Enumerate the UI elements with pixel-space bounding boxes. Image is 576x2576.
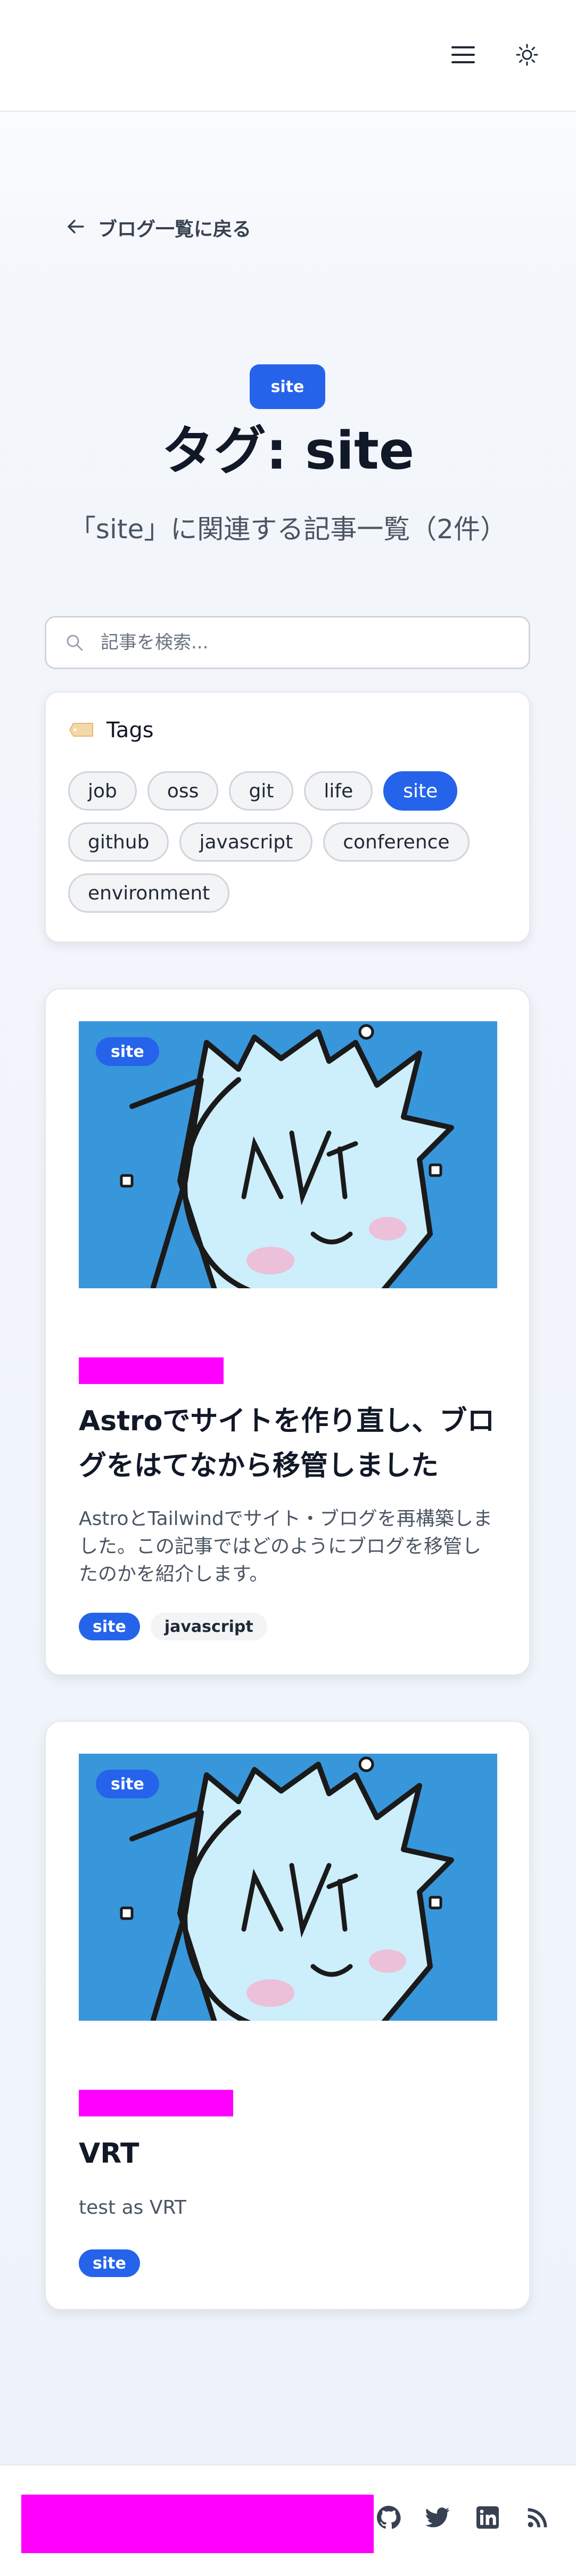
tag-chip-github[interactable]: github bbox=[68, 822, 169, 862]
tags-heading: Tags bbox=[69, 718, 154, 743]
post-thumbnail[interactable]: site bbox=[79, 1754, 497, 2021]
post-title[interactable]: VRT bbox=[79, 2131, 499, 2176]
tag-chip-oss[interactable]: oss bbox=[147, 771, 219, 811]
arrow-left-icon bbox=[67, 217, 84, 239]
linkedin-icon[interactable] bbox=[473, 2503, 503, 2532]
post-tags: site javascript bbox=[79, 1613, 267, 1640]
page-title: タグ: site bbox=[161, 421, 415, 481]
post-thumbnail[interactable]: site bbox=[79, 1021, 497, 1288]
post-description: AstroとTailwindでサイト・ブログを再構築しました。この記事ではどのよ… bbox=[79, 1508, 492, 1585]
thumbnail-tag-badge: site bbox=[96, 1770, 159, 1798]
twitter-icon[interactable] bbox=[423, 2503, 452, 2532]
tag-chip-environment[interactable]: environment bbox=[68, 873, 230, 913]
thumbnail-tag-badge: site bbox=[96, 1037, 159, 1066]
back-to-blog-link[interactable]: ブログ一覧に戻る bbox=[67, 214, 251, 241]
date-placeholder-block bbox=[79, 1357, 224, 1384]
sun-theme-toggle-icon[interactable] bbox=[512, 40, 542, 70]
search-input[interactable] bbox=[100, 631, 517, 654]
tags-heading-text: Tags bbox=[106, 718, 154, 743]
tag-badge: site bbox=[250, 364, 325, 409]
github-icon[interactable] bbox=[374, 2503, 404, 2532]
tag-chip-git[interactable]: git bbox=[229, 771, 294, 811]
post-tag-javascript[interactable]: javascript bbox=[150, 1613, 267, 1640]
search-icon bbox=[67, 635, 83, 651]
back-link-label: ブログ一覧に戻る bbox=[98, 219, 252, 240]
post-tag-site[interactable]: site bbox=[79, 1613, 140, 1640]
post-card[interactable]: site VRT test as VRT site bbox=[45, 1721, 530, 2310]
tag-chip-javascript[interactable]: javascript bbox=[179, 822, 313, 862]
tag-label-icon bbox=[69, 718, 94, 743]
tag-chip-site[interactable]: site bbox=[383, 771, 458, 811]
post-card[interactable]: site Astroでサイトを作り直し、ブログをはてなから移管しました Astr… bbox=[45, 988, 530, 1675]
post-tags: site bbox=[79, 2249, 140, 2277]
tag-chip-life[interactable]: life bbox=[304, 771, 373, 811]
site-footer bbox=[0, 2464, 576, 2576]
page-subtitle: 「site」に関連する記事一覧（2件） bbox=[69, 514, 507, 545]
rss-icon[interactable] bbox=[523, 2503, 553, 2532]
post-tag-site[interactable]: site bbox=[79, 2249, 140, 2277]
tags-card: Tags job oss git life site github javascript co… bbox=[45, 691, 530, 943]
hamburger-menu-icon[interactable] bbox=[448, 40, 478, 70]
tag-chip-job[interactable]: job bbox=[68, 771, 137, 811]
site-header bbox=[0, 0, 576, 112]
search-box bbox=[45, 616, 530, 669]
date-placeholder-block bbox=[79, 2090, 233, 2116]
tag-list: job oss git life site github javascript confere… bbox=[68, 771, 515, 913]
post-description: test as VRT bbox=[79, 2197, 186, 2219]
tag-chip-conference[interactable]: conference bbox=[323, 822, 470, 862]
post-title[interactable]: Astroでサイトを作り直し、ブログをはてなから移管しました bbox=[79, 1399, 499, 1488]
footer-placeholder-block bbox=[21, 2495, 374, 2553]
